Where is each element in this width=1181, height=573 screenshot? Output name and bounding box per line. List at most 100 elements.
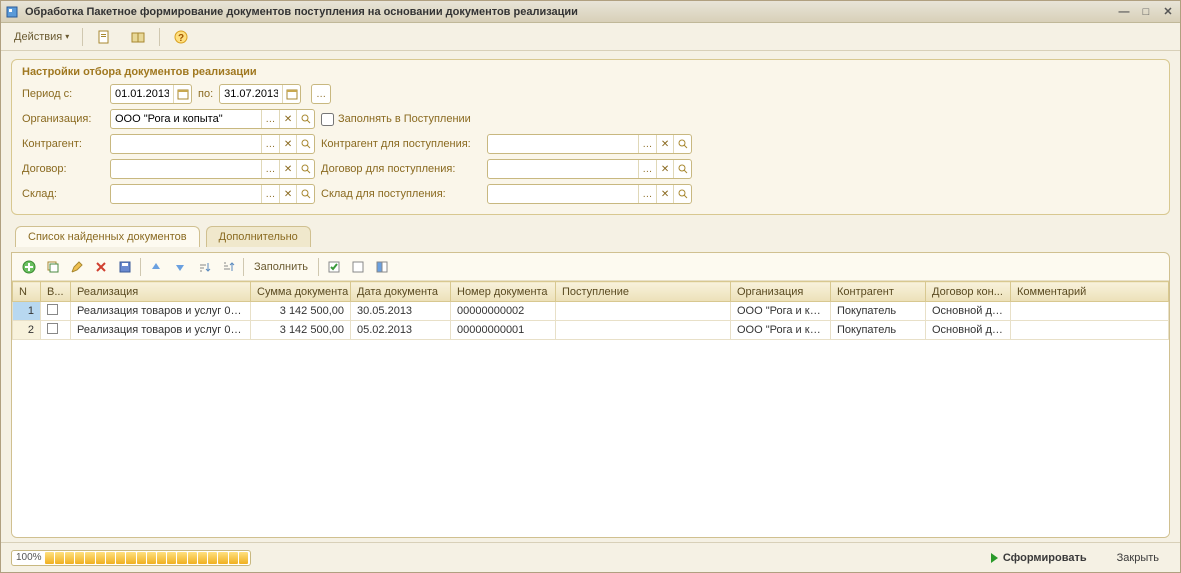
tabs: Список найденных документов Дополнительн… (11, 225, 1170, 246)
open-button[interactable] (296, 135, 314, 153)
warehouse-input[interactable] (111, 185, 261, 203)
cell-check[interactable] (41, 302, 71, 321)
fill-button[interactable]: Заполнить (248, 256, 314, 278)
period-from-field[interactable] (110, 84, 192, 104)
toolbar-separator (159, 28, 160, 46)
clear-button[interactable]: ✕ (279, 110, 297, 128)
table-row[interactable]: 1Реализация товаров и услуг 00...3 142 5… (13, 302, 1169, 321)
open-button[interactable] (673, 135, 691, 153)
fill-button-label: Заполнить (254, 261, 308, 273)
check-all-button[interactable] (323, 256, 345, 278)
open-button[interactable] (673, 185, 691, 203)
select-button[interactable]: … (638, 135, 656, 153)
actions-menu[interactable]: Действия ▾ (7, 26, 76, 48)
select-button[interactable]: … (638, 185, 656, 203)
toolbar-icon-1[interactable] (89, 26, 119, 48)
col-comment[interactable]: Комментарий (1011, 282, 1169, 302)
col-number[interactable]: Номер документа (451, 282, 556, 302)
open-button[interactable] (673, 160, 691, 178)
col-realization[interactable]: Реализация (71, 282, 251, 302)
period-to-input[interactable] (220, 85, 282, 103)
fill-in-receipt-input[interactable] (321, 113, 334, 126)
calendar-icon[interactable] (282, 85, 300, 103)
col-contract[interactable]: Договор кон... (926, 282, 1011, 302)
calendar-icon[interactable] (173, 85, 191, 103)
delete-row-button[interactable] (90, 256, 112, 278)
clear-button[interactable]: ✕ (656, 185, 674, 203)
close-button-label: Закрыть (1117, 552, 1159, 564)
minimize-button[interactable]: — (1116, 5, 1132, 19)
col-v[interactable]: В... (41, 282, 71, 302)
col-sum[interactable]: Сумма документа (251, 282, 351, 302)
open-button[interactable] (296, 160, 314, 178)
org-input[interactable] (111, 110, 261, 128)
cell-sum: 3 142 500,00 (251, 302, 351, 321)
clear-button[interactable]: ✕ (279, 185, 297, 203)
select-button[interactable]: … (261, 110, 279, 128)
edit-row-button[interactable] (66, 256, 88, 278)
add-row-button[interactable] (18, 256, 40, 278)
contragent-input[interactable] (111, 135, 261, 153)
toolbar-icon-2[interactable] (123, 26, 153, 48)
contragent-recv-field[interactable]: … ✕ (487, 134, 692, 154)
move-down-button[interactable] (169, 256, 191, 278)
contract-field[interactable]: … ✕ (110, 159, 315, 179)
cell-contract: Основной до... (926, 321, 1011, 340)
col-contragent[interactable]: Контрагент (831, 282, 926, 302)
select-button[interactable]: … (261, 135, 279, 153)
uncheck-all-button[interactable] (347, 256, 369, 278)
sort-desc-button[interactable] (217, 256, 239, 278)
warehouse-recv-field[interactable]: … ✕ (487, 184, 692, 204)
select-button[interactable]: … (638, 160, 656, 178)
progress-label: 100% (16, 552, 42, 563)
cell-date: 30.05.2013 (351, 302, 451, 321)
period-picker-button[interactable]: … (311, 84, 331, 104)
fill-in-receipt-checkbox[interactable]: Заполнять в Поступлении (321, 113, 471, 126)
table-row[interactable]: 2Реализация товаров и услуг 00...3 142 5… (13, 321, 1169, 340)
clear-button[interactable]: ✕ (656, 135, 674, 153)
invert-check-button[interactable] (371, 256, 393, 278)
contract-input[interactable] (111, 160, 261, 178)
form-button[interactable]: Сформировать (980, 547, 1098, 569)
warehouse-field[interactable]: … ✕ (110, 184, 315, 204)
open-button[interactable] (296, 110, 314, 128)
sort-asc-button[interactable] (193, 256, 215, 278)
cell-contract: Основной до... (926, 302, 1011, 321)
col-org[interactable]: Организация (731, 282, 831, 302)
clear-button[interactable]: ✕ (279, 160, 297, 178)
close-button[interactable]: Закрыть (1106, 547, 1170, 569)
contragent-field[interactable]: … ✕ (110, 134, 315, 154)
open-button[interactable] (296, 185, 314, 203)
period-from-input[interactable] (111, 85, 173, 103)
help-button[interactable]: ? (166, 26, 196, 48)
contragent-recv-input[interactable] (488, 135, 638, 153)
cell-contragent: Покупатель (831, 321, 926, 340)
tab-found-docs[interactable]: Список найденных документов (15, 226, 200, 247)
col-receipt[interactable]: Поступление (556, 282, 731, 302)
close-window-button[interactable]: ✕ (1160, 5, 1176, 19)
cell-org: ООО "Рога и ко... (731, 302, 831, 321)
maximize-button[interactable]: □ (1138, 5, 1154, 19)
clear-button[interactable]: ✕ (656, 160, 674, 178)
contract-recv-field[interactable]: … ✕ (487, 159, 692, 179)
org-label: Организация: (22, 113, 104, 125)
filter-panel-title: Настройки отбора документов реализации (22, 66, 1159, 78)
org-field[interactable]: … ✕ (110, 109, 315, 129)
warehouse-recv-input[interactable] (488, 185, 638, 203)
clear-button[interactable]: ✕ (279, 135, 297, 153)
select-button[interactable]: … (261, 185, 279, 203)
cell-check[interactable] (41, 321, 71, 340)
select-button[interactable]: … (261, 160, 279, 178)
col-n[interactable]: N (13, 282, 41, 302)
col-date[interactable]: Дата документа (351, 282, 451, 302)
tab-body: Заполнить N В. (11, 252, 1170, 538)
play-icon (991, 553, 998, 563)
contract-recv-input[interactable] (488, 160, 638, 178)
grid-toolbar: Заполнить (12, 253, 1169, 281)
save-button[interactable] (114, 256, 136, 278)
move-up-button[interactable] (145, 256, 167, 278)
tab-additional[interactable]: Дополнительно (206, 226, 311, 247)
data-grid[interactable]: N В... Реализация Сумма документа Дата д… (12, 281, 1169, 537)
copy-row-button[interactable] (42, 256, 64, 278)
period-to-field[interactable] (219, 84, 301, 104)
